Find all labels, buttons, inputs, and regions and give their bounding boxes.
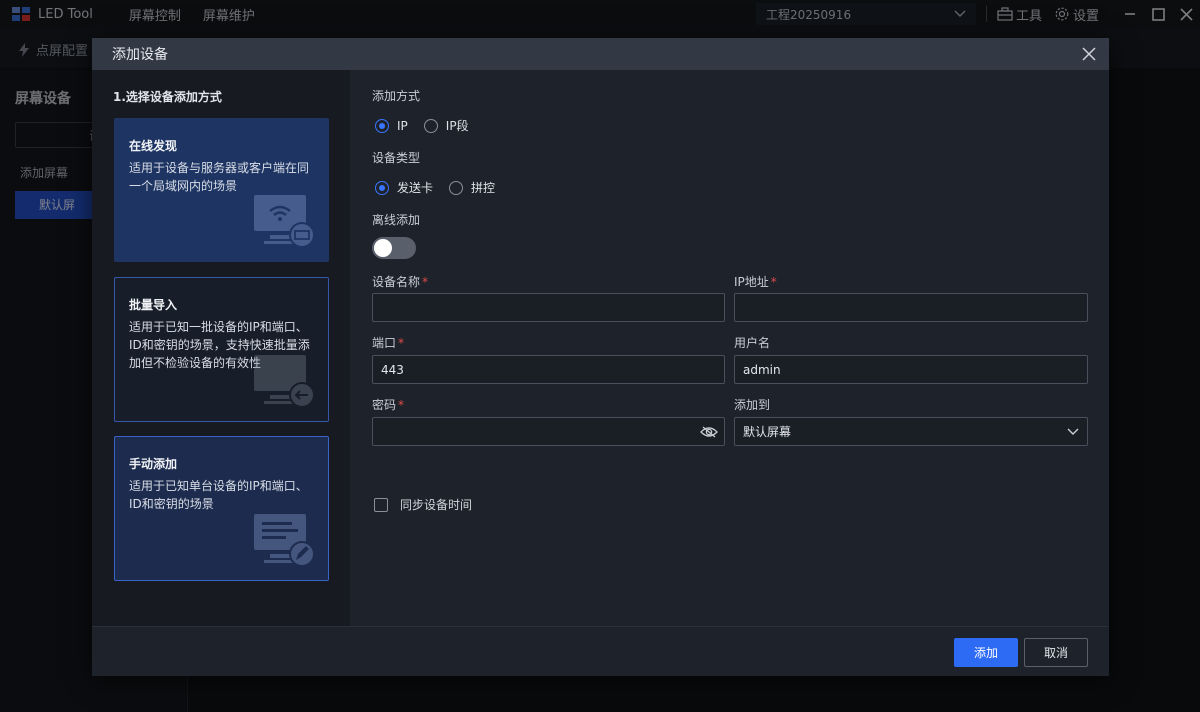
radio-selected-icon: [375, 118, 389, 133]
ip-address-label: IP地址 *: [734, 275, 777, 289]
add-mode-ip-option[interactable]: IP: [375, 118, 408, 133]
sync-time-checkbox[interactable]: 同步设备时间: [374, 496, 472, 513]
device-type-splicer-option[interactable]: 拼控: [449, 179, 495, 196]
option-label: IP: [397, 118, 408, 133]
checkbox-unchecked-icon: [374, 497, 388, 512]
port-label: 端口 *: [372, 336, 405, 350]
add-to-select[interactable]: 默认屏幕: [734, 417, 1088, 446]
port-input[interactable]: 443: [372, 355, 725, 384]
cancel-button[interactable]: 取消: [1024, 638, 1088, 667]
wifi-monitor-icon: [254, 195, 315, 248]
password-label: 密码 *: [372, 398, 405, 412]
method-pane: 1.选择设备添加方式 在线发现 适用于设备与服务器或客户端在同一个局域网内的场景…: [92, 70, 350, 626]
add-mode-radio-group: IP IP段: [375, 117, 485, 134]
dialog-header: 添加设备: [92, 38, 1109, 70]
device-name-label: 设备名称 *: [372, 275, 429, 289]
card-title: 批量导入: [129, 298, 178, 312]
radio-unselected-icon: [423, 118, 438, 133]
card-title: 在线发现: [129, 139, 178, 153]
device-type-label: 设备类型: [372, 151, 421, 165]
add-mode-ip-range-option[interactable]: IP段: [423, 117, 469, 134]
method-card-manual-add[interactable]: 手动添加 适用于已知单台设备的IP和端口、ID和密钥的场景: [114, 436, 329, 581]
device-type-sender-card-option[interactable]: 发送卡: [375, 179, 433, 196]
option-label: 拼控: [471, 181, 496, 195]
method-card-online-discovery[interactable]: 在线发现 适用于设备与服务器或客户端在同一个局域网内的场景: [114, 118, 329, 262]
chevron-down-icon: [1067, 428, 1079, 435]
password-input[interactable]: [372, 417, 725, 446]
toggle-knob: [374, 239, 392, 257]
step-title: 1.选择设备添加方式: [113, 90, 222, 104]
card-description: 适用于设备与服务器或客户端在同一个局域网内的场景: [129, 161, 310, 193]
radio-unselected-icon: [449, 180, 464, 195]
add-button[interactable]: 添加: [954, 638, 1018, 667]
username-label: 用户名: [734, 336, 771, 350]
device-name-input[interactable]: [372, 293, 725, 322]
form-pane: 添加方式 IP IP段 设备类型 发送卡 拼控 离线添加 设备名称 * IP地址…: [350, 70, 1109, 626]
add-mode-label: 添加方式: [372, 89, 421, 103]
sync-time-label: 同步设备时间: [400, 498, 473, 512]
close-icon: [1082, 47, 1096, 61]
edit-monitor-icon: [254, 514, 315, 567]
card-title: 手动添加: [129, 457, 178, 471]
method-card-batch-import[interactable]: 批量导入 适用于已知一批设备的IP和端口、ID和密钥的场景，支持快速批量添加但不…: [114, 277, 329, 422]
eye-toggle-visibility-icon[interactable]: [698, 425, 720, 439]
card-description: 适用于已知单台设备的IP和端口、ID和密钥的场景: [129, 479, 308, 511]
dialog-close-button[interactable]: [1079, 44, 1099, 64]
offline-add-toggle[interactable]: [372, 237, 416, 259]
import-monitor-icon: [254, 355, 315, 408]
offline-add-label: 离线添加: [372, 213, 421, 227]
username-input[interactable]: admin: [734, 355, 1088, 384]
device-type-radio-group: 发送卡 拼控: [375, 179, 511, 196]
ip-address-input[interactable]: [734, 293, 1088, 322]
add-device-dialog: 添加设备 1.选择设备添加方式 在线发现 适用于设备与服务器或客户端在同一个局域…: [92, 38, 1109, 676]
radio-selected-icon: [375, 180, 389, 195]
dialog-title: 添加设备: [112, 47, 168, 63]
option-label: 发送卡: [397, 181, 434, 195]
dialog-footer: 添加 取消: [92, 626, 1109, 676]
add-to-label: 添加到: [734, 398, 771, 412]
option-label: IP段: [445, 119, 469, 133]
